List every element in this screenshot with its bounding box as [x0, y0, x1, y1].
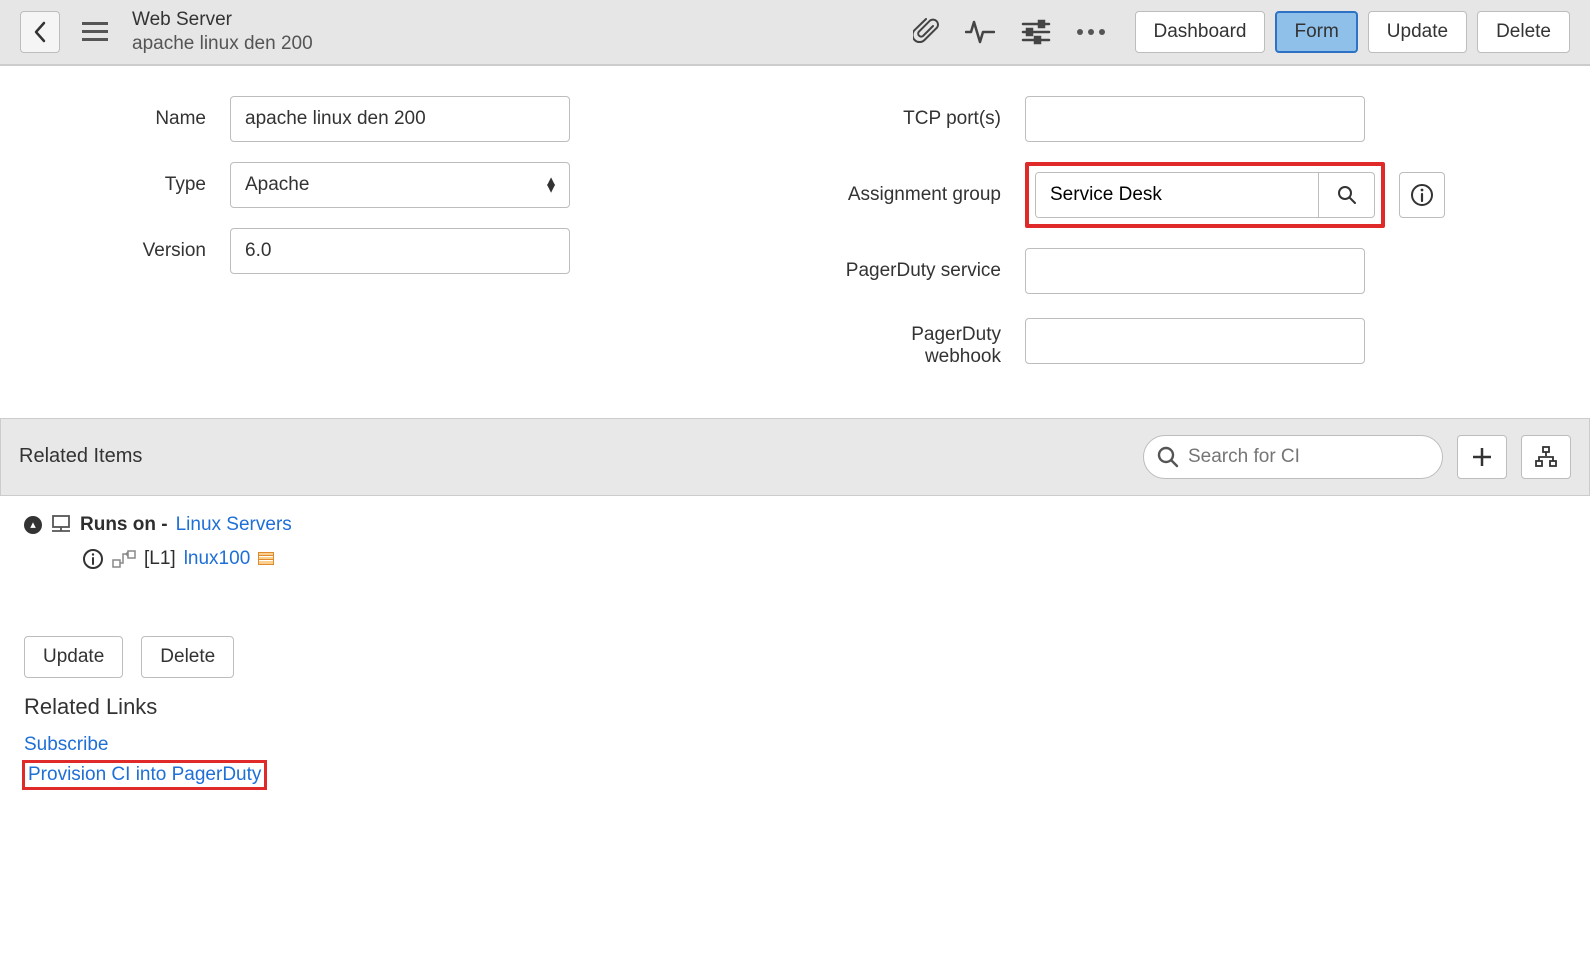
- highlight-assignment: [1025, 162, 1385, 228]
- update-button[interactable]: Update: [1368, 11, 1467, 53]
- pd-service-label: PagerDuty service: [815, 260, 1025, 282]
- type-select[interactable]: ▲▼: [230, 162, 570, 208]
- pd-webhook-label: PagerDutywebhook: [815, 314, 1025, 368]
- related-links-heading: Related Links: [24, 694, 1566, 720]
- settings-sliders-icon[interactable]: [1021, 19, 1051, 45]
- table-icon[interactable]: [258, 552, 274, 565]
- assignment-lookup: [1025, 162, 1445, 228]
- assignment-input[interactable]: [1036, 173, 1318, 217]
- child-info-icon[interactable]: [82, 548, 104, 570]
- type-label: Type: [20, 174, 230, 196]
- search-icon: [1337, 185, 1357, 205]
- search-ci-wrap: [1143, 435, 1443, 479]
- name-label: Name: [20, 108, 230, 130]
- form-left-column: Name Type ▲▼ Version: [20, 96, 775, 368]
- field-type-row: Type ▲▼: [20, 162, 775, 208]
- subscribe-link[interactable]: Subscribe: [24, 734, 1566, 756]
- pd-service-input[interactable]: [1025, 248, 1365, 294]
- form-area: Name Type ▲▼ Version TCP port(s) Assignm…: [0, 66, 1590, 388]
- activity-icon[interactable]: [965, 19, 995, 45]
- page-title: Web Server: [132, 8, 313, 32]
- relation-icon: [112, 549, 136, 569]
- related-items-bar: Related Items: [0, 418, 1590, 496]
- related-runs-on-line: ▴ Runs on - Linux Servers: [24, 514, 1566, 536]
- field-pd-service-row: PagerDuty service: [815, 248, 1570, 294]
- related-items-title: Related Items: [19, 445, 142, 468]
- runs-on-text: Runs on -: [80, 514, 168, 536]
- runs-on-link[interactable]: Linux Servers: [176, 514, 292, 536]
- field-pd-webhook-row: PagerDutywebhook: [815, 314, 1570, 368]
- field-name-row: Name: [20, 96, 775, 142]
- assignment-search-button[interactable]: [1318, 173, 1374, 217]
- version-input[interactable]: [230, 228, 570, 274]
- assignment-info-button[interactable]: [1399, 172, 1445, 218]
- related-child-line: [L1] lnux100: [82, 548, 1566, 570]
- plus-icon: [1471, 446, 1493, 468]
- hierarchy-icon: [1534, 446, 1558, 468]
- related-links-section: Related Links Subscribe Provision CI int…: [0, 686, 1590, 818]
- header-bar: Web Server apache linux den 200 Dashboar…: [0, 0, 1590, 66]
- search-icon: [1157, 446, 1179, 468]
- assignment-label: Assignment group: [815, 184, 1025, 206]
- bottom-button-group: Update Delete: [0, 624, 1590, 686]
- info-icon: [1410, 183, 1434, 207]
- apache-badge-icon: ▴: [24, 516, 42, 534]
- provision-pagerduty-link[interactable]: Provision CI into PagerDuty: [24, 762, 265, 788]
- header-button-group: Dashboard Form Update Delete: [1135, 11, 1570, 53]
- tcp-input[interactable]: [1025, 96, 1365, 142]
- child-level-text: [L1]: [144, 548, 176, 570]
- type-value[interactable]: [230, 162, 570, 208]
- child-ci-link[interactable]: lnux100: [184, 548, 251, 570]
- dashboard-button[interactable]: Dashboard: [1135, 11, 1266, 53]
- bottom-delete-button[interactable]: Delete: [141, 636, 234, 678]
- hierarchy-button[interactable]: [1521, 435, 1571, 479]
- back-button[interactable]: [20, 11, 60, 53]
- version-label: Version: [20, 240, 230, 262]
- form-right-column: TCP port(s) Assignment group: [815, 96, 1570, 368]
- form-button[interactable]: Form: [1275, 11, 1357, 53]
- header-icon-group: [913, 18, 1105, 46]
- server-icon: [50, 514, 72, 536]
- add-ci-button[interactable]: [1457, 435, 1507, 479]
- tcp-label: TCP port(s): [815, 108, 1025, 130]
- more-icon[interactable]: [1077, 29, 1105, 35]
- bottom-update-button[interactable]: Update: [24, 636, 123, 678]
- field-assignment-row: Assignment group: [815, 162, 1570, 228]
- search-ci-input[interactable]: [1143, 435, 1443, 479]
- delete-button[interactable]: Delete: [1477, 11, 1570, 53]
- related-items-content: ▴ Runs on - Linux Servers [L1] lnux100: [0, 496, 1590, 588]
- assignment-input-wrap: [1035, 172, 1375, 218]
- name-input[interactable]: [230, 96, 570, 142]
- chevron-left-icon: [33, 21, 47, 43]
- menu-button[interactable]: [78, 18, 112, 45]
- attachment-icon[interactable]: [913, 18, 939, 46]
- title-block: Web Server apache linux den 200: [132, 8, 313, 56]
- page-subtitle: apache linux den 200: [132, 32, 313, 56]
- field-version-row: Version: [20, 228, 775, 274]
- field-tcp-row: TCP port(s): [815, 96, 1570, 142]
- pd-webhook-input[interactable]: [1025, 318, 1365, 364]
